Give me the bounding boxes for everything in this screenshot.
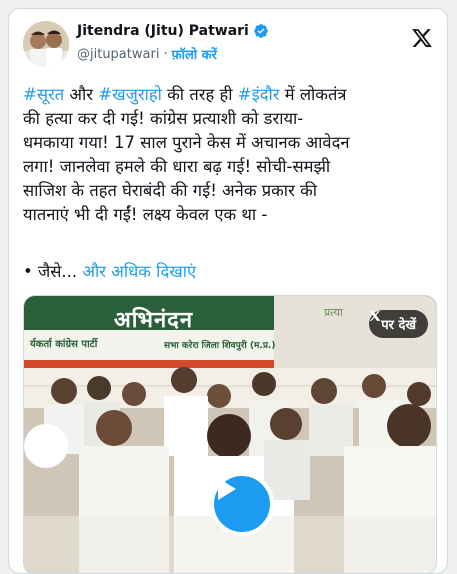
verified-badge-icon	[254, 24, 268, 38]
x-logo-icon[interactable]	[411, 27, 433, 49]
separator-dot: ·	[163, 46, 168, 62]
tweet-header: Jitendra (Jitu) Patwari @jitupatwari · फ…	[23, 21, 433, 69]
tweet-text-segment: की हत्या कर दी गई! कांग्रेस प्रत्याशी को…	[23, 109, 304, 128]
show-more-link[interactable]: और अधिक दिखाएं	[82, 262, 196, 281]
x-small-icon	[369, 311, 381, 321]
banner-heading: अभिनंदन	[114, 308, 194, 333]
author-name[interactable]: Jitendra (Jitu) Patwari	[77, 23, 249, 39]
tweet-text-segment: लगा! जानलेवा हमले की धारा बढ़ गई! सोची-स…	[23, 157, 331, 176]
hashtag-link[interactable]: #इंदौर	[238, 85, 280, 104]
tweet-text-segment: यातनाएं भी दी गईं! लक्ष्य केवल एक था -	[23, 205, 268, 224]
bullet-text: • जैसे...	[23, 262, 78, 281]
show-more-row: • जैसे... और अधिक दिखाएं	[23, 259, 196, 282]
hashtag-link[interactable]: #सूरत	[23, 85, 64, 104]
author-row: Jitendra (Jitu) Patwari	[77, 23, 269, 39]
watch-on-x-button[interactable]: पर देखें	[369, 310, 428, 338]
tweet-text-segment: की तरह ही	[161, 85, 238, 104]
play-icon	[218, 478, 236, 500]
banner-subtext: र्यकर्ता कांग्रेस पार्टी	[30, 339, 98, 350]
follow-button[interactable]: फ़ॉलो करें	[172, 45, 217, 63]
tweet-text-segment: में लोकतंत्र	[279, 85, 347, 104]
tweet-text-segment: साजिश के तहत घेराबंदी की गई! अनेक प्रकार…	[23, 181, 318, 200]
tweet-card[interactable]: Jitendra (Jitu) Patwari @jitupatwari · फ…	[8, 8, 448, 574]
watch-on-x-label: पर देखें	[381, 318, 416, 333]
hashtag-link[interactable]: #खजुराहो	[98, 85, 162, 104]
author-handle[interactable]: @jitupatwari	[77, 47, 159, 62]
tweet-text-segment: और	[64, 85, 99, 104]
svg-text:प्रत्या: प्रत्या	[324, 306, 343, 319]
avatar[interactable]	[23, 21, 69, 67]
banner-subtext-2: सभा करेरा जिला शिवपुरी (म.प्र.)	[164, 341, 276, 351]
video-thumbnail[interactable]: प्रत्या अभिनंदन र्यकर्ता कांग्रेस पार्टी…	[23, 295, 437, 573]
tweet-text-segment: धमकाया गया! 17 साल पुराने केस में अचानक …	[23, 133, 350, 152]
handle-row: @jitupatwari · फ़ॉलो करें	[77, 45, 217, 64]
play-button[interactable]	[210, 472, 274, 536]
tweet-text: #सूरत और #खजुराहो की तरह ही #इंदौर में ल…	[23, 83, 433, 227]
